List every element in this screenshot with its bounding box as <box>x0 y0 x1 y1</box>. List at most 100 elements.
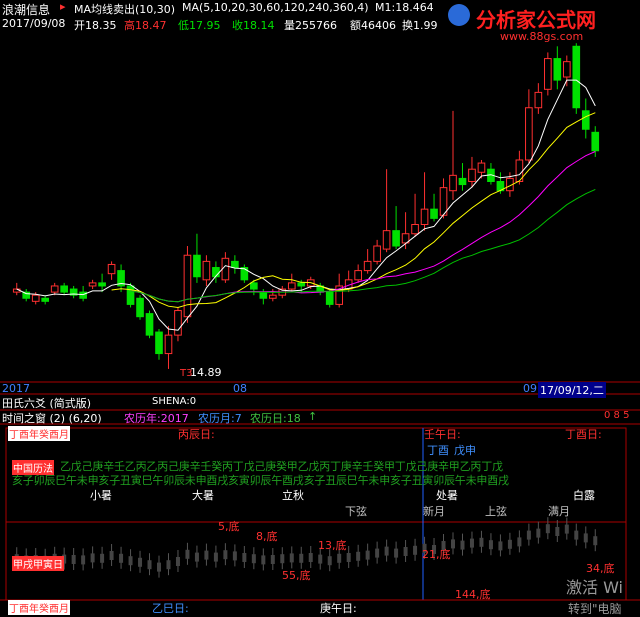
bottom-label-7: 144,底 <box>455 588 491 601</box>
lower-bar <box>194 552 199 562</box>
candle-body[interactable] <box>581 110 590 130</box>
lower-bar <box>100 553 105 563</box>
lower-bar <box>213 552 218 562</box>
bing-chen-day: 丙辰日: <box>178 428 215 441</box>
candle-body[interactable] <box>297 282 306 287</box>
bottom-label-2: 8,底 <box>256 530 278 543</box>
candle-body[interactable] <box>259 291 268 299</box>
lower-bar <box>384 546 389 556</box>
candle-body[interactable] <box>193 254 201 278</box>
lower-bar <box>81 555 86 565</box>
candle-body[interactable] <box>155 331 163 355</box>
candle-body[interactable] <box>562 61 571 78</box>
candle-body[interactable] <box>525 107 533 161</box>
lower-bar <box>232 551 237 561</box>
candle-body[interactable] <box>41 297 50 302</box>
lower-bar <box>488 540 493 550</box>
candle-body[interactable] <box>107 263 116 275</box>
candle-body[interactable] <box>430 208 438 219</box>
panel1-title[interactable]: 田氏六爻 (简式版) <box>2 395 91 411</box>
lower-bar <box>299 553 304 563</box>
candle-body[interactable] <box>126 285 135 305</box>
current-date[interactable]: 17/09/12,二 <box>538 382 606 398</box>
panel2-title[interactable]: 时间之窗 (2) (6,20) <box>2 410 102 426</box>
candle-body[interactable] <box>98 282 106 287</box>
lower-bar <box>346 553 351 562</box>
candle-body[interactable] <box>268 294 277 299</box>
lower-bar <box>564 524 569 534</box>
ganzhi-row2: 亥子卯辰巳午未申亥子丑寅巳午卯辰未申酉戌亥寅卯辰午酉戌亥子丑辰巳午未申亥子丑寅卯… <box>12 474 509 487</box>
label-bottom-left: 丁酉年癸酉月 <box>8 600 70 615</box>
candle-body[interactable] <box>449 174 457 192</box>
candle-body[interactable] <box>392 230 400 247</box>
candle-body[interactable] <box>544 58 552 90</box>
solar-term-1: 小暑 <box>90 489 112 502</box>
ren-wu-day: 壬午日: <box>424 428 461 441</box>
candle-body[interactable] <box>287 282 296 290</box>
candle-body[interactable] <box>31 294 40 302</box>
bottom-label-3: 13,底 <box>318 539 347 552</box>
lower-bar <box>147 560 152 570</box>
candle-body[interactable] <box>325 291 334 305</box>
lower-bar <box>356 551 361 561</box>
candle-body[interactable] <box>458 177 467 186</box>
lower-bar <box>119 553 124 563</box>
candle-body[interactable] <box>231 260 239 269</box>
candle-body[interactable] <box>534 91 543 109</box>
candle-body[interactable] <box>79 291 87 299</box>
lower-bar <box>498 541 503 551</box>
lunar-year: 农历年:2017 <box>124 412 189 425</box>
candle-body[interactable] <box>250 282 258 290</box>
shena-value: SHENA:0 <box>152 396 197 407</box>
lower-bar <box>175 557 180 566</box>
lower-bar <box>413 545 418 555</box>
candle-body[interactable] <box>202 260 211 281</box>
lower-bar <box>223 550 228 560</box>
candle-body[interactable] <box>382 230 391 250</box>
lower-bar <box>394 548 399 558</box>
candle-body[interactable] <box>164 334 173 355</box>
candle-body[interactable] <box>174 310 182 336</box>
candle-body[interactable] <box>411 224 419 235</box>
lower-bar <box>451 539 455 549</box>
candle-body[interactable] <box>553 58 562 81</box>
candle-body[interactable] <box>477 162 486 173</box>
candle-body[interactable] <box>60 285 68 293</box>
candle-body[interactable] <box>591 131 600 152</box>
candle-body[interactable] <box>136 297 144 318</box>
lower-bar <box>526 530 531 540</box>
lower-bar <box>555 527 560 536</box>
lower-bar <box>242 553 247 562</box>
candle-body[interactable] <box>88 282 97 287</box>
activate-windows-text: 激活 Wi <box>566 578 624 597</box>
lower-bar <box>138 557 143 567</box>
lower-bar <box>270 555 275 564</box>
lower-bar <box>90 553 95 563</box>
candle-body[interactable] <box>363 260 372 272</box>
lower-bar <box>204 550 209 560</box>
lower-bar <box>574 530 579 540</box>
lower-bar <box>308 553 313 562</box>
candle-body[interactable] <box>145 313 154 336</box>
candle-body[interactable] <box>183 254 192 318</box>
ding-you-day: 丁酉日: <box>565 428 602 441</box>
low-price-label: 14.89 <box>190 366 222 379</box>
lower-bar <box>403 547 408 556</box>
bottom-label-1: 5,底 <box>218 520 240 533</box>
lower-bar <box>157 562 161 572</box>
candle-body[interactable] <box>240 267 249 281</box>
lower-bar <box>318 554 323 564</box>
candle-body[interactable] <box>354 270 362 281</box>
moon-2: 新月 <box>423 505 445 518</box>
bottom-label-4: 55,底 <box>282 569 311 582</box>
candle-body[interactable] <box>221 257 230 281</box>
lower-bar <box>166 560 171 570</box>
lower-bar <box>289 553 294 563</box>
candle-body[interactable] <box>572 45 581 109</box>
candle-body[interactable] <box>468 168 476 182</box>
candle-body[interactable] <box>50 285 59 293</box>
lower-bar <box>583 533 588 543</box>
wu-shen-label: 戊申 <box>454 444 476 457</box>
candle-body[interactable] <box>373 245 381 262</box>
candle-body[interactable] <box>420 208 429 226</box>
